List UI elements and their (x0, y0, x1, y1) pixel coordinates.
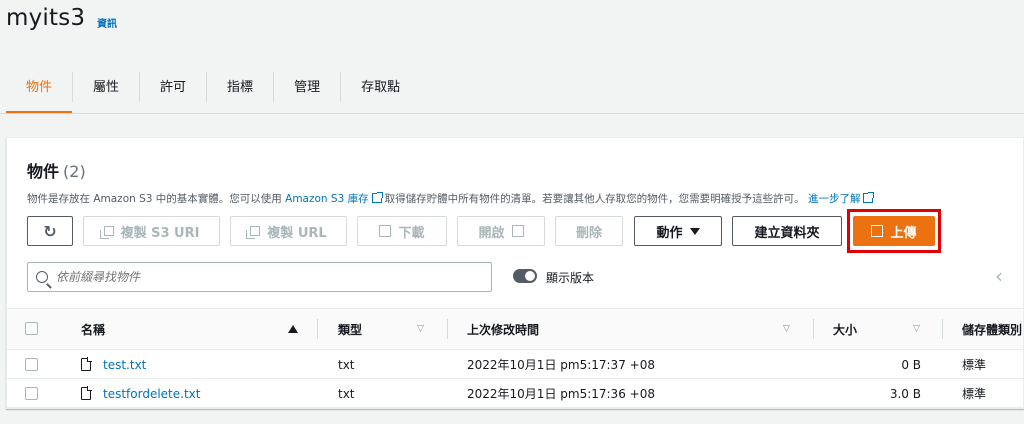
create-folder-label: 建立資料夾 (754, 225, 820, 241)
type-cell: txt (338, 357, 355, 372)
column-separator (317, 319, 318, 339)
object-link[interactable]: testfordelete.txt (103, 387, 200, 401)
external-link-icon (863, 192, 875, 203)
column-separator (447, 319, 448, 339)
copy-url-label: 複製 URL (267, 225, 327, 241)
last-modified-cell: 2022年10月1日 pm5:17:37 +08 (467, 358, 655, 372)
header-storage-class[interactable]: 儲存體類別 (962, 309, 1022, 349)
tab-metrics[interactable]: 指標 (207, 62, 273, 114)
sort-icon[interactable]: ▽ (913, 324, 920, 334)
upload-button[interactable]: 上傳 (853, 216, 935, 246)
tab-management[interactable]: 管理 (274, 62, 340, 114)
file-icon (81, 357, 92, 371)
object-count: (2) (63, 162, 86, 181)
storage-class-cell: 標準 (962, 387, 987, 401)
show-versions-label: 顯示版本 (546, 271, 595, 285)
storage-class-cell: 標準 (962, 358, 987, 372)
delete-label: 刪除 (575, 225, 602, 241)
size-cell: 0 B (901, 357, 921, 372)
column-separator (813, 319, 814, 339)
download-icon (379, 225, 392, 237)
tab-permissions[interactable]: 許可 (140, 62, 206, 114)
copy-s3-uri-label: 複製 S3 URI (120, 225, 200, 241)
table-row[interactable]: test.txt txt 2022年10月1日 pm5:17:37 +08 0 … (7, 350, 1023, 379)
info-link[interactable]: 資訊 (97, 15, 117, 30)
desc-prefix: 物件是存放在 Amazon S3 中的基本實體。您可以使用 (27, 193, 282, 205)
sort-ascending-icon[interactable] (288, 325, 298, 333)
header-name[interactable]: 名稱 (81, 309, 105, 349)
tab-divider (0, 113, 1024, 114)
caret-down-icon (689, 227, 700, 235)
tab-access-points[interactable]: 存取點 (341, 62, 420, 114)
object-link[interactable]: test.txt (103, 358, 146, 372)
actions-label: 動作 (656, 225, 683, 241)
header-size[interactable]: 大小 (833, 309, 857, 349)
delete-button[interactable]: 刪除 (555, 216, 623, 246)
size-cell: 3.0 B (889, 386, 921, 401)
external-link-icon (511, 225, 524, 237)
select-all-checkbox[interactable] (25, 322, 38, 335)
bucket-name: myits3 (6, 5, 86, 31)
download-label: 下載 (398, 225, 425, 241)
last-modified-cell: 2022年10月1日 pm5:17:36 +08 (467, 387, 655, 401)
search-icon (36, 271, 48, 283)
row-checkbox[interactable] (25, 358, 38, 371)
refresh-button[interactable]: ↻ (27, 216, 73, 246)
page-header: myits3 資訊 物件 屬性 許可 指標 管理 存取點 (0, 0, 1024, 114)
inventory-link[interactable]: Amazon S3 庫存 (285, 193, 368, 205)
type-cell: txt (338, 386, 355, 401)
external-link-icon (371, 192, 383, 203)
copy-icon (99, 226, 114, 239)
desc-middle: 取得儲存貯體中所有物件的清單。若要讓其他人存取您的物件，您需要明確授予這些許可。 (384, 193, 805, 205)
header-type[interactable]: 類型 (338, 309, 362, 349)
object-name-cell: test.txt (81, 350, 146, 379)
table-header: 名稱 類型 ▽ 上次修改時間 ▽ 大小 ▽ 儲存體類別 (7, 308, 1023, 350)
column-separator (942, 319, 943, 339)
tab-bar: 物件 屬性 許可 指標 管理 存取點 (6, 62, 420, 114)
copy-url-button[interactable]: 複製 URL (230, 216, 347, 246)
header-last-modified[interactable]: 上次修改時間 (467, 309, 539, 349)
file-icon (81, 386, 92, 400)
open-label: 開啟 (478, 225, 505, 241)
tab-properties[interactable]: 屬性 (73, 62, 139, 114)
sort-icon[interactable]: ▽ (417, 324, 424, 334)
panel-title: 物件 (2) (27, 158, 86, 182)
sort-icon[interactable]: ▽ (783, 324, 790, 334)
search-input[interactable] (56, 270, 456, 284)
table-row[interactable]: testfordelete.txt txt 2022年10月1日 pm5:17:… (7, 379, 1023, 408)
object-name-cell: testfordelete.txt (81, 379, 200, 408)
actions-dropdown[interactable]: 動作 (634, 216, 722, 246)
tab-objects[interactable]: 物件 (6, 62, 73, 114)
objects-table: 名稱 類型 ▽ 上次修改時間 ▽ 大小 ▽ 儲存體類別 test.txt txt… (7, 308, 1023, 408)
objects-panel: 物件 (2) 物件是存放在 Amazon S3 中的基本實體。您可以使用 Amaz… (6, 137, 1024, 409)
panel-description: 物件是存放在 Amazon S3 中的基本實體。您可以使用 Amazon S3 … (27, 191, 876, 206)
create-folder-button[interactable]: 建立資料夾 (732, 216, 842, 246)
learn-more-link[interactable]: 進一步了解 (808, 193, 861, 205)
copy-icon (246, 226, 261, 239)
search-box[interactable] (27, 262, 492, 292)
open-button[interactable]: 開啟 (457, 216, 545, 246)
copy-s3-uri-button[interactable]: 複製 S3 URI (83, 216, 220, 246)
upload-label: 上傳 (890, 225, 917, 241)
upload-icon (871, 225, 884, 237)
row-checkbox[interactable] (25, 387, 38, 400)
show-versions-toggle[interactable] (513, 269, 537, 283)
panel-title-text: 物件 (27, 162, 60, 181)
refresh-icon: ↻ (43, 221, 57, 241)
download-button[interactable]: 下載 (357, 216, 447, 246)
chevron-left-icon[interactable]: ‹ (995, 264, 1003, 288)
